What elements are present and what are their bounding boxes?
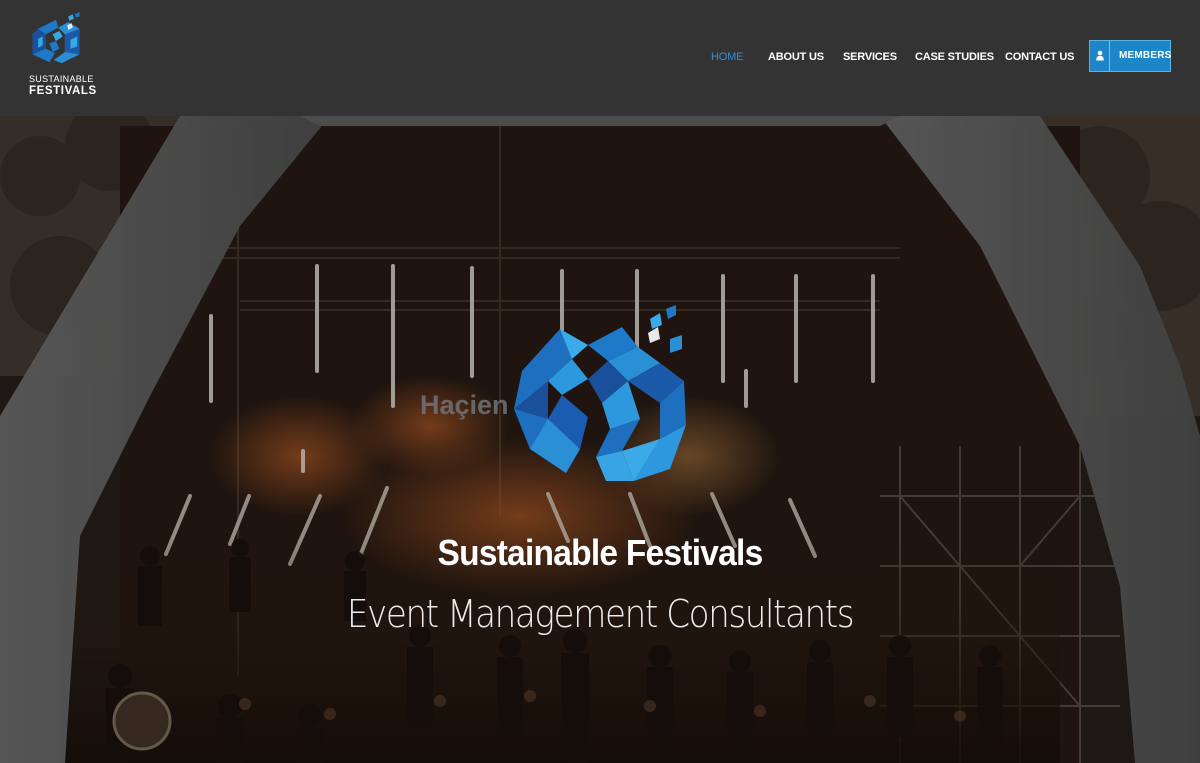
nav-contact-us-link[interactable]: CONTACT US: [1005, 50, 1074, 64]
members-button[interactable]: MEMBERS: [1089, 40, 1171, 72]
hero-section: Haçien Sustainable Festivals Event Manag…: [0, 116, 1200, 763]
members-button-label: MEMBERS: [1119, 50, 1172, 61]
nav-home-link[interactable]: HOME: [711, 50, 743, 64]
nav-case-studies-link[interactable]: CASE STUDIES: [915, 50, 994, 64]
user-icon: [1090, 41, 1110, 71]
hero-subtitle: Event Management Consultants: [346, 592, 855, 636]
sf-hero-logo-icon: [514, 305, 686, 481]
nav-services-link[interactable]: SERVICES: [843, 50, 897, 64]
site-header: SUSTAINABLE FESTIVALS HOME ABOUT US SERV…: [0, 0, 1200, 116]
nav-about-us-link[interactable]: ABOUT US: [768, 50, 824, 64]
hero-title: Sustainable Festivals: [437, 532, 764, 573]
main-nav: HOME ABOUT US SERVICES CASE STUDIES CONT…: [0, 0, 1200, 116]
